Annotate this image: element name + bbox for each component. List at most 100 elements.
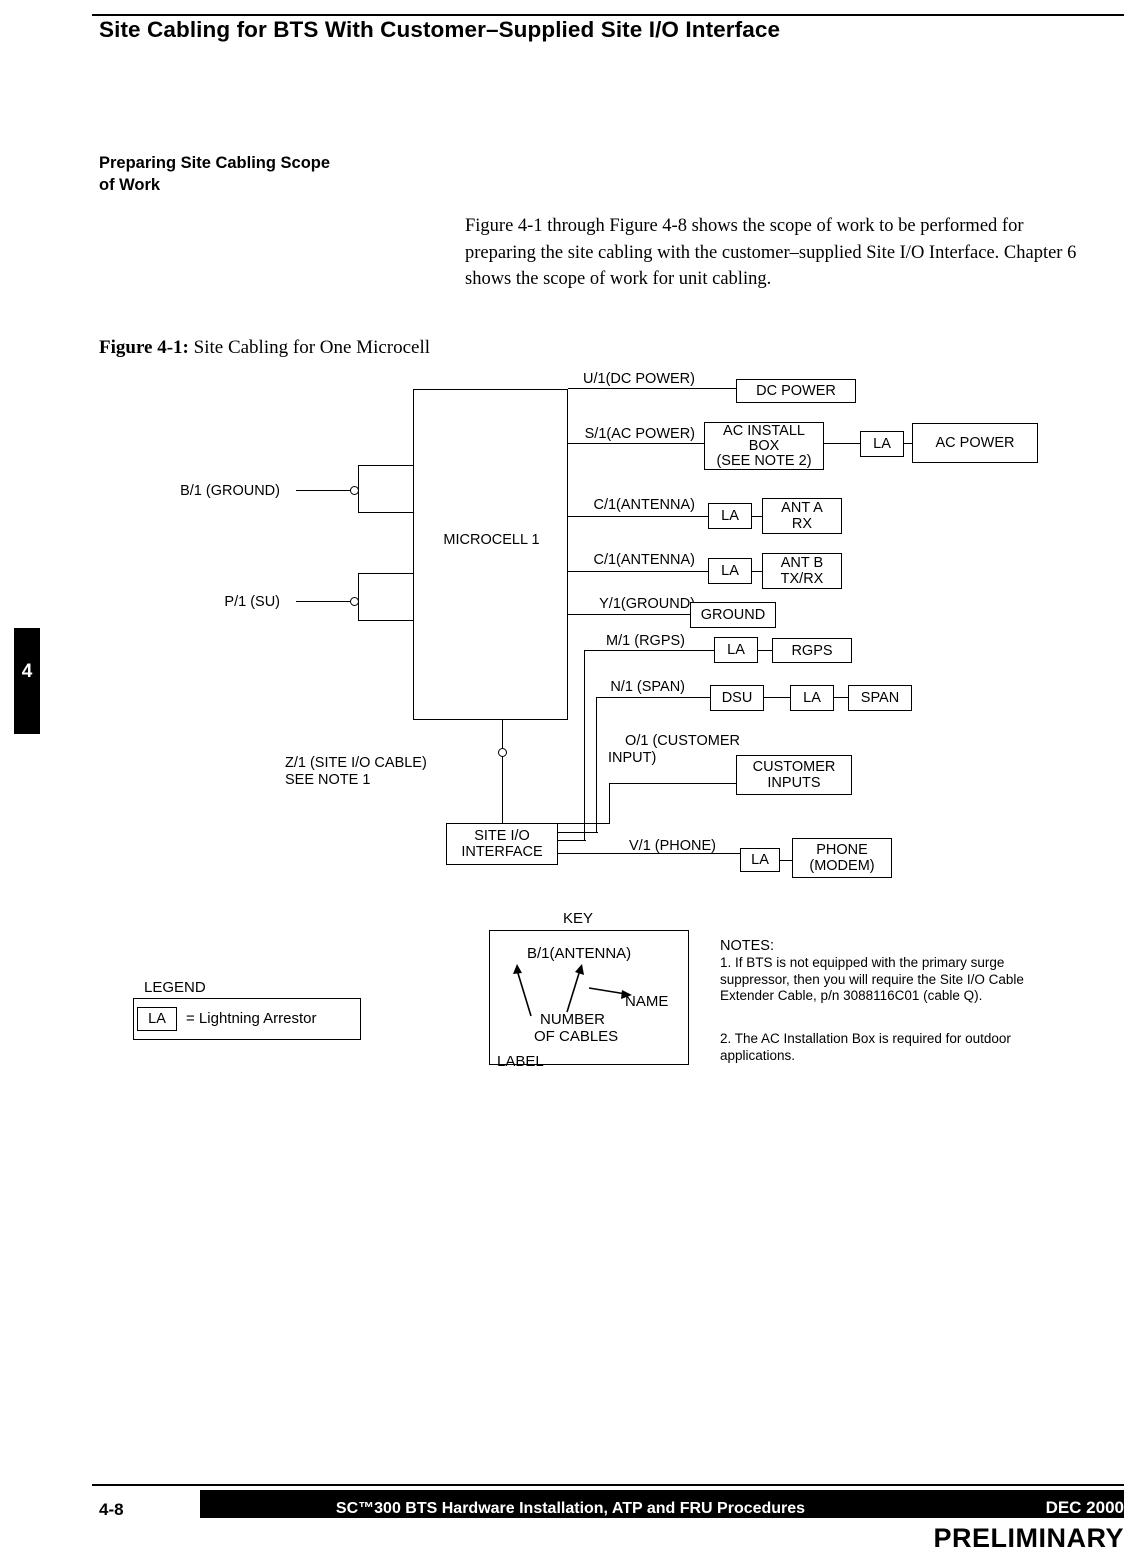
row8-vertical-line bbox=[609, 783, 611, 824]
row5-line bbox=[568, 614, 690, 616]
row3-port-label: C/1(ANTENNA) bbox=[593, 497, 695, 513]
su-connector-dot bbox=[350, 597, 359, 606]
footer-status: PRELIMINARY bbox=[933, 1523, 1124, 1553]
site-io-cable-dot bbox=[498, 748, 507, 757]
row8-port-label-line1: O/1 (CUSTOMER bbox=[625, 733, 740, 749]
section-heading-line2: of Work bbox=[99, 176, 161, 194]
site-io-cable-label-line1: Z/1 (SITE I/O CABLE) bbox=[285, 755, 427, 771]
row2-destination-box: AC POWER bbox=[912, 423, 1038, 463]
row9-lightning-arrestor: LA bbox=[740, 848, 780, 872]
row2-port-label: S/1(AC POWER) bbox=[584, 426, 695, 442]
legend-la-box: LA bbox=[137, 1007, 177, 1031]
row2-line-a bbox=[568, 443, 704, 445]
row1-line bbox=[568, 388, 736, 390]
row6-destination-box: RGPS bbox=[772, 638, 852, 663]
row4-line-a bbox=[568, 571, 708, 573]
page-title: Site Cabling for BTS With Customer–Suppl… bbox=[99, 17, 781, 42]
row6-lightning-arrestor: LA bbox=[714, 637, 758, 663]
site-io-vertical-line bbox=[502, 720, 504, 825]
row4-line-b bbox=[752, 571, 762, 573]
row9-destination-box: PHONE (MODEM) bbox=[792, 838, 892, 878]
site-io-interface-box: SITE I/O INTERFACE bbox=[446, 823, 558, 865]
row9-destination-line1: PHONE bbox=[816, 842, 868, 858]
row7-line-c bbox=[834, 697, 848, 699]
row6-line-to-siteio bbox=[558, 840, 586, 842]
row7-line-b bbox=[764, 697, 790, 699]
row4-port-label: C/1(ANTENNA) bbox=[593, 552, 695, 568]
row3-line-a bbox=[568, 516, 708, 518]
section-heading: Preparing Site Cabling Scope of Work bbox=[99, 152, 429, 196]
left-label-su: P/1 (SU) bbox=[224, 594, 280, 610]
chapter-tab-top bbox=[14, 628, 40, 656]
row4-destination-box: ANT B TX/RX bbox=[762, 553, 842, 589]
row3-destination-line2: RX bbox=[791, 516, 813, 532]
row3-lightning-arrestor: LA bbox=[708, 503, 752, 529]
row4-destination-line1: ANT B bbox=[780, 555, 824, 571]
row3-line-b bbox=[752, 516, 762, 518]
ac-install-box-line1: AC INSTALL bbox=[723, 422, 805, 439]
row2-line-c bbox=[904, 443, 912, 445]
ac-install-box: AC INSTALL BOX (SEE NOTE 2) bbox=[704, 422, 824, 470]
microcell-label: MICROCELL 1 bbox=[443, 532, 540, 548]
row7-line-a bbox=[596, 697, 710, 699]
chapter-tab-bottom bbox=[14, 688, 40, 734]
su-stub-box bbox=[358, 573, 414, 621]
row3-destination-line1: ANT A bbox=[781, 500, 823, 516]
body-paragraph: Figure 4-1 through Figure 4-8 shows the … bbox=[465, 216, 1077, 289]
row7-lightning-arrestor: LA bbox=[790, 685, 834, 711]
notes-title: NOTES: bbox=[720, 938, 774, 954]
key-label-label: LABEL bbox=[497, 1053, 544, 1070]
key-number-line1: NUMBER bbox=[540, 1011, 606, 1028]
note-1: 1. If BTS is not equipped with the prima… bbox=[720, 955, 1024, 1003]
section-heading-line1: Preparing Site Cabling Scope bbox=[99, 154, 331, 172]
row6-line-b bbox=[758, 650, 772, 652]
row6-port-label: M/1 (RGPS) bbox=[606, 633, 685, 649]
site-io-interface-line2: INTERFACE bbox=[461, 844, 543, 860]
row5-port-label: Y/1(GROUND) bbox=[599, 596, 695, 612]
dsu-box: DSU bbox=[710, 685, 764, 711]
ac-install-box-line3: (SEE NOTE 2) bbox=[716, 452, 812, 469]
row4-lightning-arrestor: LA bbox=[708, 558, 752, 584]
page: Site Cabling for BTS With Customer–Suppl… bbox=[0, 0, 1141, 1553]
row8-destination-line2: INPUTS bbox=[767, 775, 821, 791]
row8-destination-box: CUSTOMER INPUTS bbox=[736, 755, 852, 795]
figure-caption-text: Site Cabling for One Microcell bbox=[188, 337, 431, 358]
legend-text: = Lightning Arrestor bbox=[186, 1010, 317, 1027]
row7-line-to-siteio bbox=[558, 832, 598, 834]
ground-lead-line bbox=[296, 490, 352, 492]
key-title: KEY bbox=[563, 910, 594, 927]
left-label-ground: B/1 (GROUND) bbox=[180, 483, 280, 499]
row6-line-a bbox=[584, 650, 714, 652]
figure-caption-label: Figure 4-1: bbox=[99, 337, 189, 358]
su-lead-line bbox=[296, 601, 352, 603]
row7-vertical-line bbox=[596, 697, 598, 833]
row3-destination-box: ANT A RX bbox=[762, 498, 842, 534]
header-rule bbox=[92, 14, 1124, 16]
site-io-cable-label-line2: SEE NOTE 1 bbox=[285, 772, 371, 788]
site-io-interface-line1: SITE I/O bbox=[474, 828, 530, 844]
row1-port-label: U/1(DC POWER) bbox=[583, 371, 695, 387]
note-2: 2. The AC Installation Box is required f… bbox=[720, 1031, 1011, 1063]
row9-line-b bbox=[780, 860, 792, 862]
row1-destination-box: DC POWER bbox=[736, 379, 856, 403]
row8-line-to-siteio bbox=[558, 823, 610, 825]
chapter-tab-number: 4 bbox=[14, 656, 40, 688]
key-name-label: NAME bbox=[625, 993, 669, 1010]
row9-destination-line2: (MODEM) bbox=[809, 858, 875, 874]
row2-lightning-arrestor: LA bbox=[860, 431, 904, 457]
legend-title: LEGEND bbox=[144, 979, 206, 996]
row7-destination-box: SPAN bbox=[848, 685, 912, 711]
ground-stub-box bbox=[358, 465, 414, 513]
row5-destination-box: GROUND bbox=[690, 602, 776, 628]
row8-destination-line1: CUSTOMER bbox=[752, 759, 836, 775]
footer-title: SC™300 BTS Hardware Installation, ATP an… bbox=[335, 1500, 806, 1517]
footer-rule bbox=[92, 1484, 1124, 1486]
row2-line-b bbox=[824, 443, 860, 445]
footer-date: DEC 2000 bbox=[1045, 1498, 1124, 1517]
ac-install-box-line2: BOX bbox=[748, 437, 780, 454]
figure-caption: Figure 4-1: Site Cabling for One Microce… bbox=[99, 337, 430, 359]
ground-connector-dot bbox=[350, 486, 359, 495]
key-number-line2: OF CABLES bbox=[534, 1028, 619, 1045]
row8-line-a bbox=[609, 783, 736, 785]
row4-destination-line2: TX/RX bbox=[780, 571, 824, 587]
